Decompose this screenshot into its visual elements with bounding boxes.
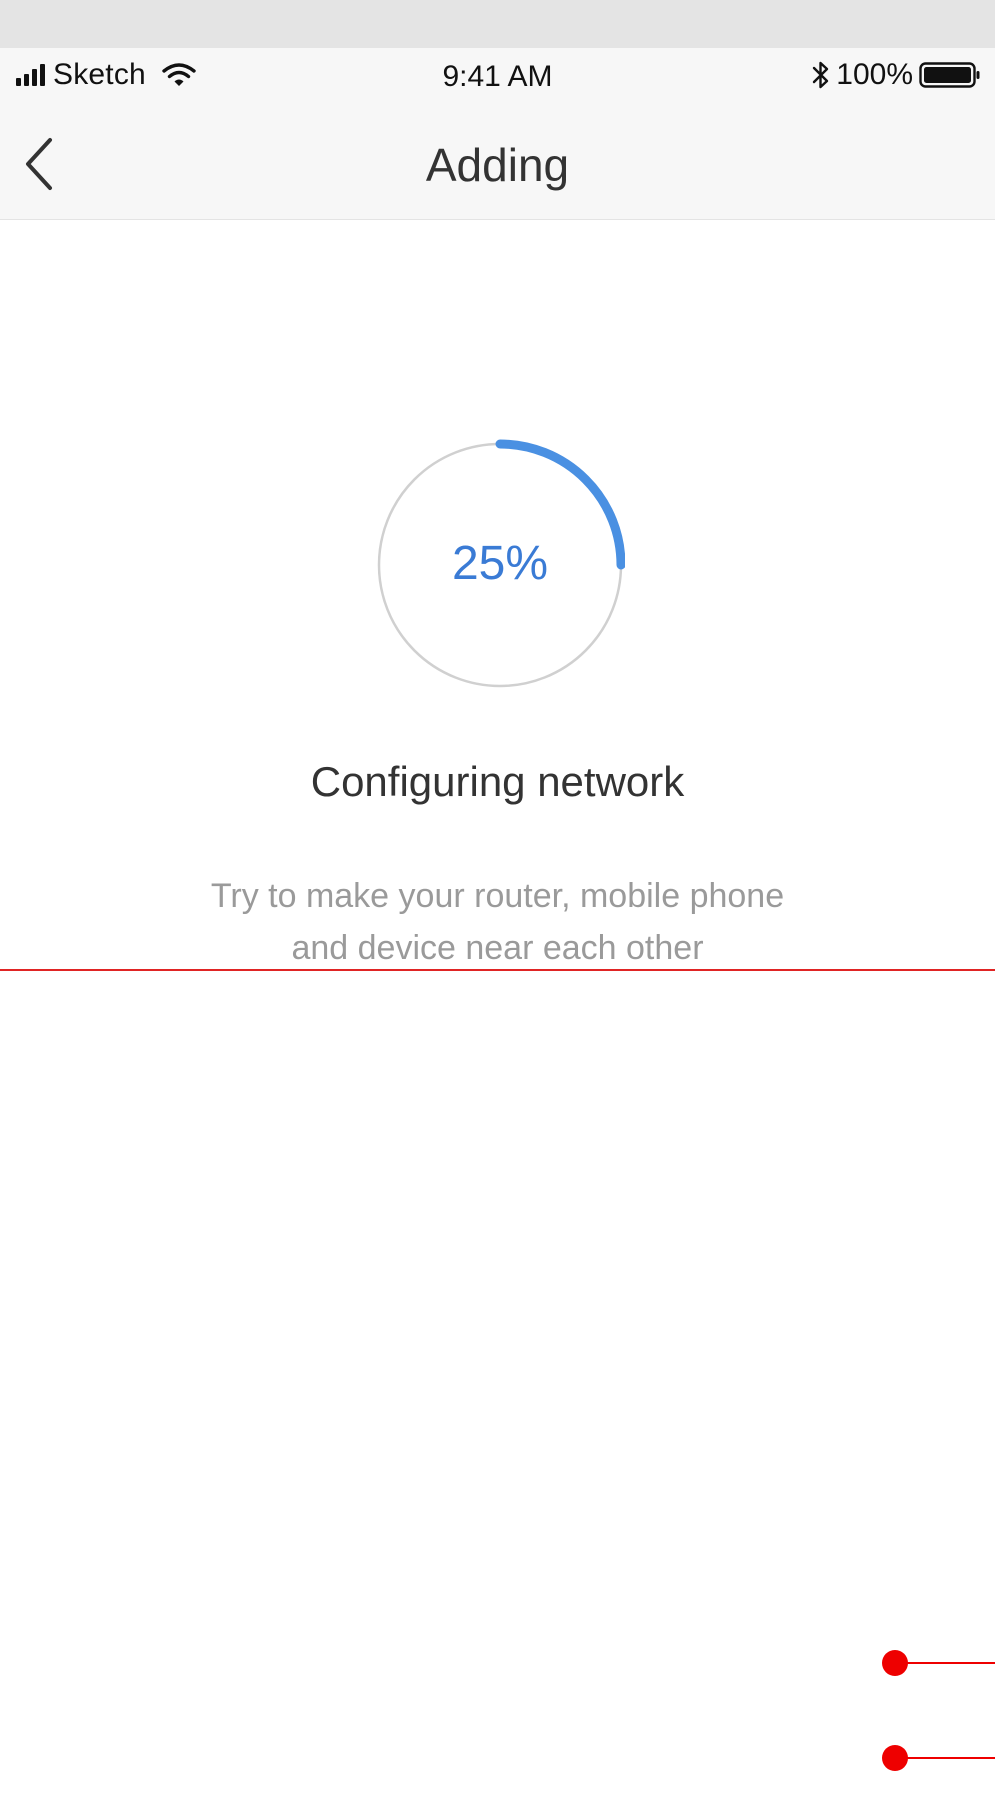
bluetooth-icon bbox=[812, 59, 830, 91]
progress-percent: 25% bbox=[451, 536, 549, 590]
top-gray-band bbox=[0, 0, 995, 48]
status-title: Configuring network bbox=[310, 758, 685, 805]
battery-percent: 100% bbox=[836, 58, 913, 91]
hint-line-1: Try to make your router, mobile phone bbox=[210, 877, 785, 915]
page-title: Adding bbox=[425, 139, 570, 191]
hint-line-2: and device near each other bbox=[291, 929, 704, 967]
battery-icon bbox=[919, 61, 981, 89]
annotation-line bbox=[895, 1757, 995, 1759]
progress-ring: 25% bbox=[375, 438, 626, 688]
annotation-guide-line bbox=[0, 969, 995, 971]
annotation-marker bbox=[882, 1745, 995, 1771]
annotation-marker bbox=[882, 1650, 995, 1676]
status-right: 100% bbox=[812, 58, 981, 92]
navigation-bar: Adding bbox=[0, 108, 995, 220]
status-bar: Sketch 9:41 AM 100% bbox=[0, 48, 995, 108]
annotation-line bbox=[895, 1662, 995, 1664]
hint-text: Try to make your router, mobile phone an… bbox=[0, 870, 995, 974]
